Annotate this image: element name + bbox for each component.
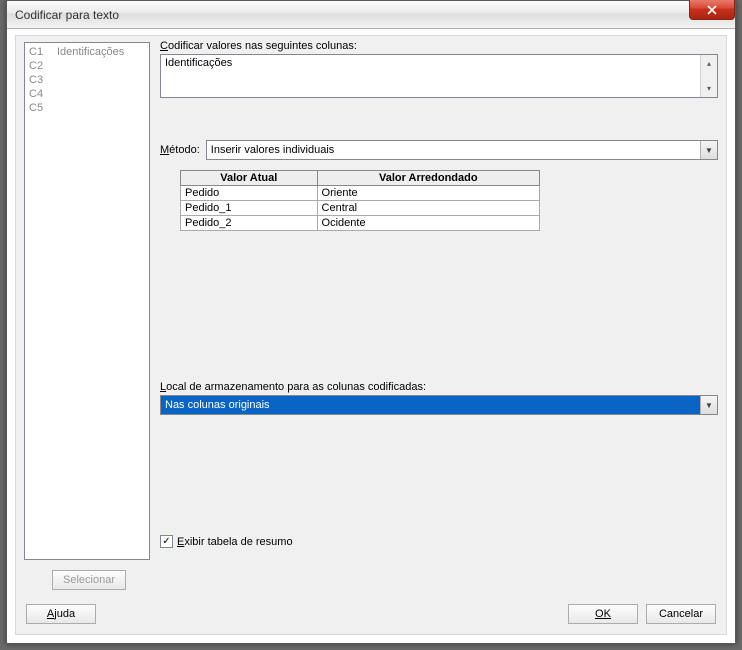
table-cell[interactable]: Pedido [181, 186, 318, 201]
codificar-valores-label: Codificar valores nas seguintes colunas: [160, 40, 357, 52]
ajuda-button[interactable]: Ajuda [26, 604, 96, 624]
table-cell[interactable]: Pedido_1 [181, 201, 318, 216]
columns-textarea-value: Identificações [161, 55, 700, 97]
scroll-up-icon[interactable]: ▴ [701, 55, 717, 72]
ok-button[interactable]: OK [568, 604, 638, 624]
column-list-item[interactable]: C3 [29, 73, 145, 87]
scroll-down-icon[interactable]: ▾ [701, 80, 717, 97]
columns-textarea[interactable]: Identificações ▴ ▾ [160, 54, 718, 98]
exibir-resumo-checkbox[interactable]: ✓ [160, 535, 173, 548]
main-panel: Codificar valores nas seguintes colunas:… [160, 40, 718, 588]
table-row[interactable]: PedidoOriente [181, 186, 540, 201]
titlebar: Codificar para texto [7, 1, 735, 29]
dialog-footer: Ajuda OK Cancelar [16, 594, 726, 634]
table-row[interactable]: Pedido_1Central [181, 201, 540, 216]
table-header: Valor Arredondado [317, 171, 539, 186]
chevron-down-icon: ▼ [700, 141, 717, 159]
column-list-item[interactable]: C5 [29, 101, 145, 115]
metodo-label: Método: [160, 144, 200, 156]
table-cell[interactable]: Pedido_2 [181, 216, 318, 231]
storage-label: Local de armazenamento para as colunas c… [160, 381, 718, 393]
values-table[interactable]: Valor AtualValor ArredondadoPedidoOrient… [180, 170, 540, 231]
table-row[interactable]: Pedido_2Ocidente [181, 216, 540, 231]
column-list-item[interactable]: C1Identificações [29, 45, 145, 59]
column-list-item[interactable]: C4 [29, 87, 145, 101]
cancelar-button[interactable]: Cancelar [646, 604, 716, 624]
exibir-resumo-label: Exibir tabela de resumo [177, 536, 293, 548]
check-icon: ✓ [162, 537, 170, 547]
textarea-scrollbar[interactable]: ▴ ▾ [700, 55, 717, 97]
table-header: Valor Atual [181, 171, 318, 186]
selecionar-button[interactable]: Selecionar [52, 570, 126, 590]
metodo-select[interactable]: Inserir valores individuais ▼ [206, 140, 718, 160]
table-cell[interactable]: Oriente [317, 186, 539, 201]
table-cell[interactable]: Ocidente [317, 216, 539, 231]
storage-select[interactable]: Nas colunas originais ▼ [160, 395, 718, 415]
metodo-value: Inserir valores individuais [211, 144, 335, 156]
close-button[interactable] [689, 0, 735, 20]
column-list-item[interactable]: C2 [29, 59, 145, 73]
exibir-resumo-row: ✓ Exibir tabela de resumo [160, 535, 718, 548]
window-title: Codificar para texto [15, 8, 119, 22]
chevron-down-icon: ▼ [700, 396, 717, 414]
storage-value: Nas colunas originais [165, 399, 270, 411]
method-row: Método: Inserir valores individuais ▼ [160, 140, 718, 160]
dialog-window: Codificar para texto C1IdentificaçõesC2C… [6, 0, 736, 644]
dialog-content: C1IdentificaçõesC2C3C4C5 Selecionar Codi… [15, 35, 727, 635]
close-icon [707, 5, 717, 15]
table-cell[interactable]: Central [317, 201, 539, 216]
column-list[interactable]: C1IdentificaçõesC2C3C4C5 [24, 42, 150, 560]
